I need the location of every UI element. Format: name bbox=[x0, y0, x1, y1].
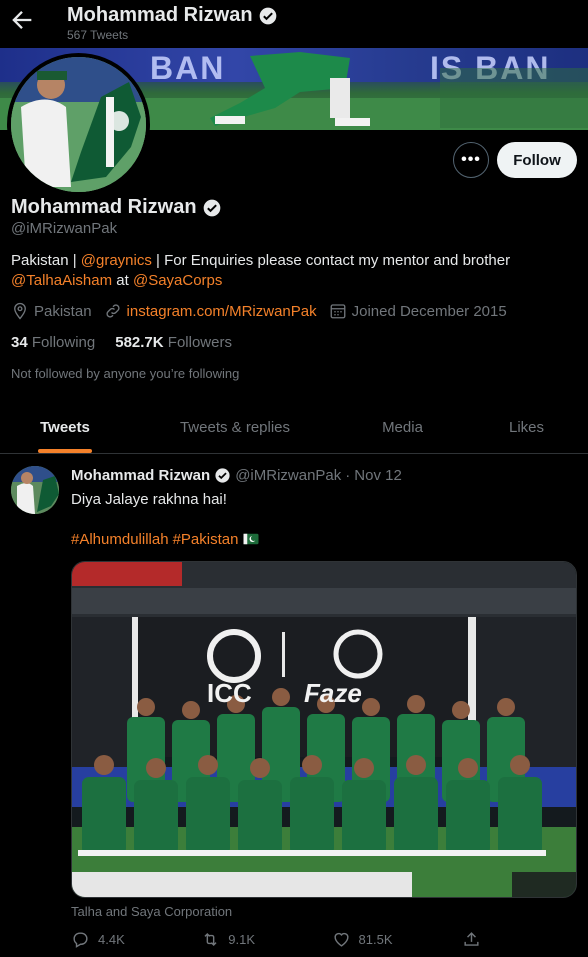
calendar-icon bbox=[330, 304, 346, 319]
followers-count: 582.7K bbox=[115, 334, 164, 351]
bio-mention-sayacorps[interactable]: @SayaCorps bbox=[133, 272, 222, 289]
tweet-author-name[interactable]: Mohammad Rizwan bbox=[71, 467, 210, 484]
profile-tabs: Tweets Tweets & replies Media Likes bbox=[0, 402, 588, 454]
bio-text: Pakistan | bbox=[11, 252, 81, 269]
tweet-separator: · bbox=[345, 467, 351, 484]
link-icon bbox=[105, 304, 120, 318]
tab-tweets[interactable]: Tweets bbox=[0, 402, 130, 453]
verified-badge-icon bbox=[203, 199, 220, 216]
header-name-text: Mohammad Rizwan bbox=[67, 4, 253, 26]
tweet-text: Diya Jalaye rakhna hai! bbox=[71, 491, 227, 508]
reply-count: 4.4K bbox=[98, 932, 125, 947]
website-link[interactable]: instagram.com/MRizwanPak bbox=[127, 303, 317, 320]
following-count: 34 bbox=[11, 334, 28, 351]
profile-name-text: Mohammad Rizwan bbox=[11, 196, 197, 218]
avatar-photo bbox=[11, 57, 146, 192]
more-options-button[interactable]: ••• bbox=[453, 142, 489, 178]
joined-text: Joined December 2015 bbox=[351, 302, 507, 320]
media-caption: Talha and Saya Corporation bbox=[71, 904, 233, 919]
tweet-avatar-photo bbox=[11, 466, 59, 514]
profile-location: Pakistan bbox=[11, 302, 92, 320]
followers-link[interactable]: 582.7K Followers bbox=[115, 334, 232, 351]
location-text: Pakistan bbox=[34, 302, 92, 320]
share-icon bbox=[464, 932, 479, 946]
not-followed-notice: Not followed by anyone you’re following bbox=[11, 366, 240, 381]
tweet-hashtags: #Alhumdulillah #Pakistan bbox=[71, 530, 260, 548]
tweet-author-handle[interactable]: @iMRizwanPak bbox=[235, 467, 341, 484]
tweet-avatar[interactable] bbox=[11, 466, 59, 514]
tab-tweets-replies[interactable]: Tweets & replies bbox=[130, 402, 340, 453]
reply-icon bbox=[73, 932, 88, 948]
following-link[interactable]: 34 Following bbox=[11, 334, 95, 351]
like-button[interactable]: 81.5K bbox=[332, 930, 462, 949]
tweet-media-image[interactable]: ICC Faze bbox=[71, 561, 577, 898]
team-photo: ICC Faze bbox=[72, 562, 576, 897]
profile-name: Mohammad Rizwan bbox=[11, 196, 222, 219]
following-label: Following bbox=[31, 334, 96, 351]
board-text-faze: Faze bbox=[304, 678, 362, 708]
bio-mention-graynics[interactable]: @graynics bbox=[81, 252, 152, 269]
bio-text: at bbox=[112, 272, 133, 289]
tweet-count: 567 Tweets bbox=[67, 28, 129, 42]
follow-button[interactable]: Follow bbox=[497, 142, 577, 178]
bio-text: | For Enquiries please contact my mentor… bbox=[151, 252, 511, 269]
tweet-date[interactable]: Nov 12 bbox=[354, 467, 402, 484]
tab-likes[interactable]: Likes bbox=[465, 402, 588, 453]
heart-icon bbox=[333, 932, 349, 947]
retweet-count: 9.1K bbox=[228, 932, 256, 947]
location-pin-icon bbox=[14, 302, 26, 320]
follow-counts: 34 Following 582.7K Followers bbox=[11, 334, 232, 351]
profile-bio: Pakistan | @graynics | For Enquiries ple… bbox=[11, 251, 571, 291]
pakistan-flag-icon bbox=[243, 533, 259, 545]
profile-avatar[interactable] bbox=[7, 53, 150, 196]
reply-button[interactable]: 4.4K bbox=[71, 930, 201, 949]
tweet-actions: 4.4K 9.1K 81.5K bbox=[71, 930, 501, 949]
verified-badge-icon bbox=[215, 468, 230, 483]
hashtag-alhumdulillah[interactable]: #Alhumdulillah bbox=[71, 531, 169, 548]
profile-joined: Joined December 2015 bbox=[329, 302, 507, 320]
verified-badge-icon bbox=[259, 7, 276, 24]
back-arrow-icon[interactable] bbox=[8, 6, 36, 34]
board-text-icc: ICC bbox=[207, 678, 252, 708]
followers-label: Followers bbox=[167, 334, 232, 351]
header-name: Mohammad Rizwan bbox=[67, 4, 278, 27]
retweet-icon bbox=[204, 932, 217, 947]
top-bar: Mohammad Rizwan 567 Tweets bbox=[0, 0, 588, 48]
bio-mention-talhaaisham[interactable]: @TalhaAisham bbox=[11, 272, 112, 289]
profile-meta: Pakistan instagram.com/MRizwanPak Joined… bbox=[11, 302, 519, 320]
retweet-button[interactable]: 9.1K bbox=[201, 930, 331, 949]
like-count: 81.5K bbox=[358, 932, 393, 947]
tab-media[interactable]: Media bbox=[340, 402, 465, 453]
share-button[interactable] bbox=[462, 930, 501, 949]
profile-website[interactable]: instagram.com/MRizwanPak bbox=[104, 302, 317, 320]
tweet-header: Mohammad Rizwan @iMRizwanPak · Nov 12 bbox=[71, 467, 402, 484]
hashtag-pakistan[interactable]: #Pakistan bbox=[173, 531, 239, 548]
profile-handle: @iMRizwanPak bbox=[11, 220, 118, 237]
